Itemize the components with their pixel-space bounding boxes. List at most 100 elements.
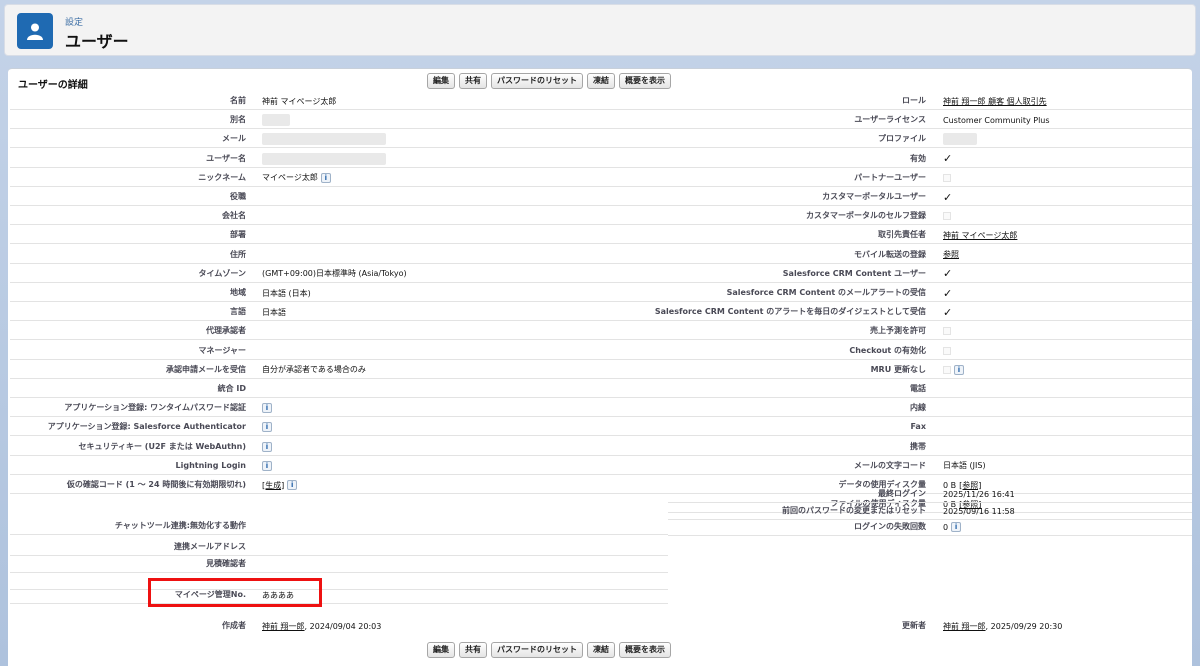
share-button[interactable]: 共有 bbox=[459, 73, 487, 89]
info-icon[interactable]: i bbox=[320, 172, 331, 183]
field-value bbox=[262, 130, 386, 148]
field-value bbox=[943, 342, 951, 360]
field-label: 有効 bbox=[910, 153, 926, 163]
unchecked-box-icon bbox=[943, 327, 951, 336]
field-value bbox=[943, 207, 951, 225]
field-value: (GMT+09:00)日本標準時 (Asia/Tokyo) bbox=[262, 265, 407, 283]
view-summary-button[interactable]: 概要を表示 bbox=[619, 73, 671, 89]
field-value: i bbox=[943, 361, 964, 379]
value-text: (GMT+09:00)日本標準時 (Asia/Tokyo) bbox=[262, 269, 407, 279]
field-value: 日本語 (日本) bbox=[262, 284, 311, 302]
info-icon[interactable]: i bbox=[262, 460, 272, 471]
right-detail-row: モバイル転送の登録 参照 bbox=[668, 246, 1192, 264]
field-label: Salesforce CRM Content のアラートを毎日のダイジェストとし… bbox=[654, 307, 926, 317]
field-value: 0i bbox=[943, 518, 962, 536]
right-detail-row: Salesforce CRM Content のメールアラートの受信 ✓ bbox=[668, 284, 1192, 302]
field-value: 日本語 bbox=[262, 303, 286, 321]
redacted-value bbox=[262, 152, 386, 165]
info-icon[interactable]: i bbox=[287, 480, 298, 490]
field-label: カスタマーポータルユーザー bbox=[822, 192, 926, 201]
reset-password-button-bottom[interactable]: パスワードのリセット bbox=[491, 642, 583, 658]
field-label: 会社名 bbox=[222, 211, 246, 221]
field-label: 取引先責任者 bbox=[878, 230, 926, 240]
left-detail-row: チャットツール連携:無効化する動作 bbox=[10, 517, 668, 535]
field-value: [生成] i bbox=[262, 476, 298, 494]
left-detail-row: 仮の確認コード (1 ～ 24 時間後に有効期限切れ) [生成] i bbox=[10, 476, 668, 494]
info-icon[interactable]: i bbox=[262, 422, 272, 433]
right-detail-row: カスタマーポータルのセルフ登録 bbox=[668, 207, 1192, 226]
info-icon[interactable]: i bbox=[951, 522, 962, 532]
field-label: ロール bbox=[902, 96, 926, 105]
redacted-value bbox=[262, 114, 290, 127]
field-value: Customer Community Plus bbox=[943, 111, 1050, 129]
modified-row: 更新者 神前 翔一郎, 2025/09/29 20:30 bbox=[668, 617, 1192, 635]
field-label: カスタマーポータルのセルフ登録 bbox=[806, 211, 926, 221]
field-label: 別名 bbox=[230, 115, 246, 125]
freeze-button[interactable]: 凍結 bbox=[587, 73, 615, 89]
value-link[interactable]: 神前 翔一郎 顧客 個人取引先 bbox=[943, 93, 1047, 110]
field-label: 内線 bbox=[910, 403, 926, 413]
info-icon[interactable]: i bbox=[954, 364, 964, 375]
right-detail-row: 取引先責任者 神前 マイページ太郎 bbox=[668, 226, 1192, 245]
value-link[interactable]: [生成] bbox=[262, 477, 284, 494]
checkmark-icon: ✓ bbox=[943, 152, 953, 166]
field-value: i bbox=[262, 418, 272, 436]
left-detail-row: アプリケーション登録: Salesforce Authenticator i bbox=[10, 418, 668, 437]
left-detail-row: 連携メールアドレス bbox=[10, 538, 668, 556]
user-link[interactable]: 神前 翔一郎 bbox=[943, 618, 986, 635]
freeze-button-bottom[interactable]: 凍結 bbox=[587, 642, 615, 658]
value-link[interactable]: 神前 マイページ太郎 bbox=[943, 227, 1017, 244]
field-label: メール bbox=[222, 134, 246, 144]
field-label: 部署 bbox=[230, 230, 246, 240]
field-label: 代理承認者 bbox=[206, 326, 246, 336]
value-link[interactable]: 参照 bbox=[943, 246, 959, 263]
field-label: 名前 bbox=[230, 96, 246, 105]
highlight-box bbox=[148, 578, 322, 607]
bottom-button-bar: 編集 共有 パスワードのリセット 凍結 概要を表示 bbox=[427, 642, 671, 658]
edit-button[interactable]: 編集 bbox=[427, 73, 455, 89]
field-label: 売上予測を許可 bbox=[870, 326, 926, 336]
field-label: アプリケーション登録: Salesforce Authenticator bbox=[47, 422, 246, 432]
right-detail-row: ログインの失敗回数 0 i bbox=[668, 518, 1192, 536]
right-detail-row: 電話 bbox=[668, 380, 1192, 398]
field-label: セキュリティキー (U2F または WebAuthn) bbox=[78, 441, 246, 451]
redacted-value bbox=[262, 133, 386, 146]
field-label: プロファイル bbox=[878, 134, 926, 144]
field-value: ✓ bbox=[943, 303, 952, 321]
value-text: 2025/09/16 11:58 bbox=[943, 506, 1015, 516]
field-label: メールの文字コード bbox=[854, 460, 926, 470]
left-detail-row: マイページ管理No. ああああ bbox=[10, 586, 668, 604]
field-value: 神前 マイページ太郎 bbox=[943, 226, 1017, 244]
setup-header: 設定 ユーザー bbox=[4, 4, 1196, 56]
field-value: 神前 翔一郎, 2024/09/04 20:03 bbox=[262, 617, 381, 635]
view-summary-button-bottom[interactable]: 概要を表示 bbox=[619, 642, 671, 658]
field-label: 作成者 bbox=[222, 621, 246, 630]
field-label: マネージャー bbox=[198, 345, 246, 355]
right-detail-row: パートナーユーザー bbox=[668, 169, 1192, 187]
value-text: マイページ太郎 bbox=[262, 173, 318, 183]
info-icon[interactable]: i bbox=[262, 403, 272, 414]
info-icon[interactable]: i bbox=[262, 441, 272, 452]
right-detail-row: カスタマーポータルユーザー ✓ bbox=[668, 188, 1192, 206]
field-value bbox=[262, 111, 290, 129]
left-detail-row: 地域 日本語 (日本) bbox=[10, 284, 668, 302]
share-button-bottom[interactable]: 共有 bbox=[459, 642, 487, 658]
field-label: MRU 更新なし bbox=[870, 364, 926, 374]
value-text: Customer Community Plus bbox=[943, 115, 1050, 125]
header-breadcrumb[interactable]: 設定 bbox=[65, 15, 83, 28]
field-value: 神前 翔一郎 顧客 個人取引先 bbox=[943, 92, 1047, 110]
redacted-value bbox=[943, 133, 977, 146]
field-value: ✓ bbox=[943, 188, 952, 206]
field-label: Salesforce CRM Content のメールアラートの受信 bbox=[726, 288, 926, 297]
right-detail-row: Fax bbox=[668, 418, 1192, 437]
field-label: 住所 bbox=[230, 249, 246, 259]
right-detail-row: Salesforce CRM Content のアラートを毎日のダイジェストとし… bbox=[655, 303, 1192, 322]
left-detail-row: 部署 bbox=[10, 226, 668, 245]
edit-button-bottom[interactable]: 編集 bbox=[427, 642, 455, 658]
checkmark-icon: ✓ bbox=[943, 190, 953, 204]
field-label: 連携メールアドレス bbox=[174, 542, 246, 551]
field-value: 自分が承認者である場合のみ bbox=[262, 361, 366, 379]
user-link[interactable]: 神前 翔一郎 bbox=[262, 618, 305, 635]
reset-password-button[interactable]: パスワードのリセット bbox=[491, 73, 583, 89]
unchecked-box-icon bbox=[943, 173, 951, 182]
